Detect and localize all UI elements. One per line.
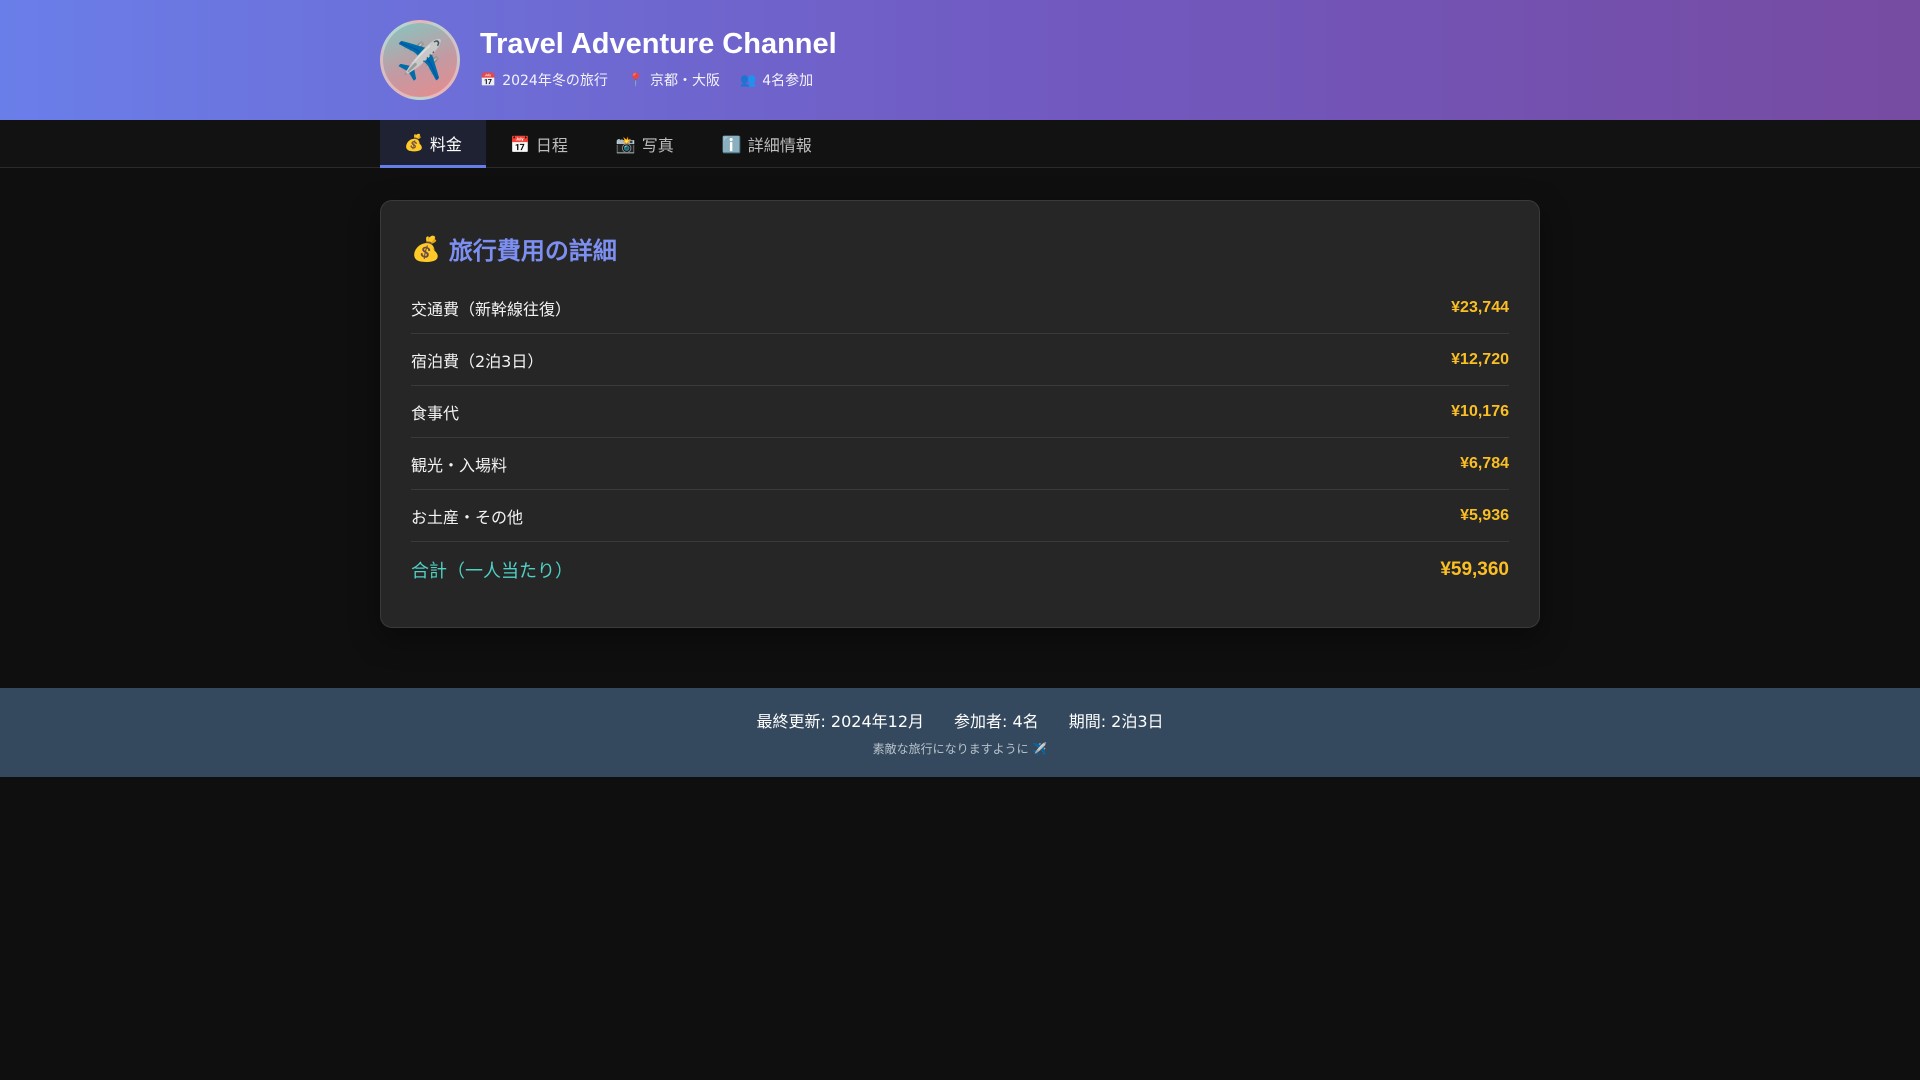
people-icon: 👥 (740, 72, 757, 88)
cost-card: 💰 旅行費用の詳細 交通費（新幹線往復） ¥23,744 宿泊費（2泊3日） ¥… (380, 200, 1540, 628)
tabs: 💰 料金 📅 日程 📸 写真 ℹ️ 詳細情報 (380, 120, 836, 168)
cost-label: 観光・入場料 (411, 455, 508, 475)
cost-card-title-text: 旅行費用の詳細 (448, 237, 617, 265)
pin-icon: 📍 (627, 72, 645, 88)
tab-schedule-label: 日程 (535, 136, 568, 155)
tab-bar: 💰 料金 📅 日程 📸 写真 ℹ️ 詳細情報 (0, 120, 1920, 168)
calendar-icon: 📅 (480, 72, 497, 88)
cost-total-label: 合計（一人当たり） (411, 561, 573, 582)
cost-row-sightseeing: 観光・入場料 ¥6,784 (411, 438, 1509, 490)
meta-date-text: 2024年冬の旅行 (502, 73, 608, 89)
cost-label: 交通費（新幹線往復） (411, 299, 572, 319)
tab-details-label: 詳細情報 (747, 136, 812, 155)
channel-title: Travel Adventure Channel (480, 28, 837, 60)
footer-info: 最終更新: 2024年12月 参加者: 4名 期間: 2泊3日 (0, 708, 1920, 732)
cost-label: 宿泊費（2泊3日） (411, 351, 544, 371)
cost-total-row: 合計（一人当たり） ¥59,360 (411, 542, 1509, 598)
info-icon: ℹ️ (721, 134, 742, 154)
tab-pricing[interactable]: 💰 料金 (380, 120, 486, 168)
page-footer: 最終更新: 2024年12月 参加者: 4名 期間: 2泊3日 素敵な旅行になり… (0, 688, 1920, 777)
airplane-icon: ✈️ (396, 37, 444, 82)
cost-label: 食事代 (411, 403, 460, 423)
meta-location-text: 京都・大阪 (650, 73, 721, 89)
channel-avatar[interactable]: ✈️ (380, 20, 460, 100)
camera-icon: 📸 (615, 134, 636, 154)
footer-duration: 期間: 2泊3日 (1068, 712, 1164, 731)
tab-schedule[interactable]: 📅 日程 (486, 120, 592, 168)
meta-participants-text: 4名参加 (762, 73, 814, 89)
cost-value: ¥12,720 (1451, 350, 1509, 368)
channel-header: ✈️ Travel Adventure Channel 📅 2024年冬の旅行 … (0, 0, 1920, 120)
tab-details[interactable]: ℹ️ 詳細情報 (698, 120, 836, 168)
cost-value: ¥10,176 (1451, 402, 1509, 420)
footer-message: 素敵な旅行になりますように ✈️ (872, 742, 1048, 756)
meta-participants: 👥 4名参加 (740, 70, 813, 90)
cost-row-souvenirs: お土産・その他 ¥5,936 (411, 490, 1509, 542)
meta-location: 📍 京都・大阪 (628, 70, 720, 90)
cost-value: ¥23,744 (1451, 298, 1509, 316)
meta-date: 📅 2024年冬の旅行 (480, 70, 608, 90)
money-bag-icon: 💰 (404, 133, 424, 152)
cost-row-meals: 食事代 ¥10,176 (411, 386, 1509, 438)
tab-photos[interactable]: 📸 写真 (592, 120, 698, 168)
cost-card-title: 💰 旅行費用の詳細 (411, 231, 1509, 266)
cost-row-lodging: 宿泊費（2泊3日） ¥12,720 (411, 334, 1509, 386)
tab-pricing-label: 料金 (429, 134, 462, 154)
cost-label: お土産・その他 (411, 507, 524, 527)
money-bag-icon: 💰 (411, 234, 441, 263)
footer-participants: 参加者: 4名 (954, 712, 1039, 731)
cost-value: ¥5,936 (1460, 506, 1509, 524)
tab-photos-label: 写真 (641, 136, 674, 155)
calendar-icon: 📅 (509, 134, 530, 154)
cost-total-value: ¥59,360 (1440, 559, 1509, 580)
trip-meta: 📅 2024年冬の旅行 📍 京都・大阪 👥 4名参加 (480, 70, 813, 90)
footer-last-updated: 最終更新: 2024年12月 (756, 712, 925, 731)
cost-value: ¥6,784 (1460, 454, 1509, 472)
cost-row-transport: 交通費（新幹線往復） ¥23,744 (411, 282, 1509, 334)
